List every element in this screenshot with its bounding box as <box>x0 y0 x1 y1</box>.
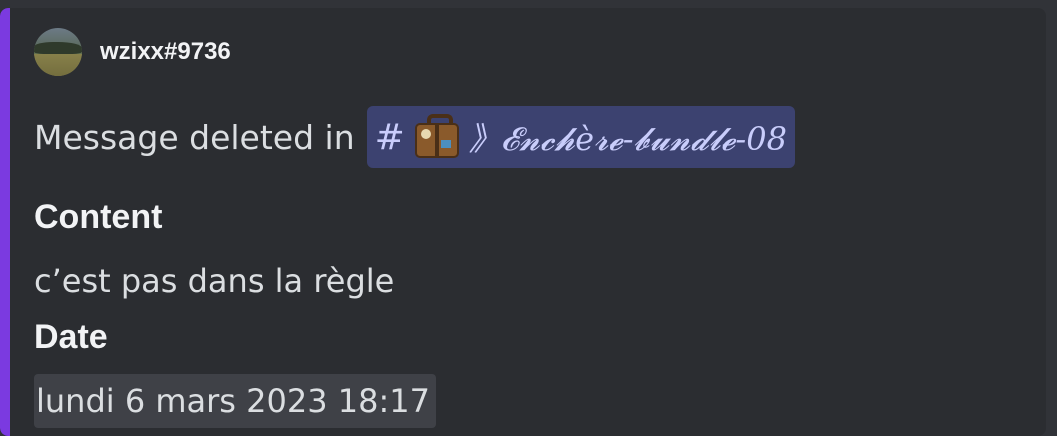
avatar-trees <box>34 42 82 54</box>
description-prefix: Message deleted in <box>34 117 355 157</box>
avatar-field <box>34 54 82 76</box>
field-date-name: Date <box>34 318 108 356</box>
channel-hash-icon: # <box>374 116 405 158</box>
field-content-value: c’est pas dans la règle <box>34 262 395 300</box>
luggage-icon <box>413 114 461 160</box>
embed-description: Message deleted in # 》𝓔𝓷𝓬𝓱è𝓻𝓮-𝓫𝓾𝓷𝓭𝓵𝓮-08 <box>34 106 795 168</box>
field-date-timestamp[interactable]: lundi 6 mars 2023 18:17 <box>34 374 436 428</box>
embed-author: wzixx#9736 <box>34 28 231 76</box>
channel-name: 》𝓔𝓷𝓬𝓱è𝓻𝓮-𝓫𝓾𝓷𝓭𝓵𝓮-08 <box>468 120 787 158</box>
channel-mention[interactable]: # 》𝓔𝓷𝓬𝓱è𝓻𝓮-𝓫𝓾𝓷𝓭𝓵𝓮-08 <box>366 106 795 168</box>
author-avatar[interactable] <box>34 28 82 76</box>
author-name[interactable]: wzixx#9736 <box>100 38 231 66</box>
message-embed: wzixx#9736 Message deleted in # 》𝓔𝓷𝓬𝓱è𝓻𝓮… <box>0 8 1046 436</box>
field-content-name: Content <box>34 198 163 236</box>
embed-accent-bar <box>0 8 10 436</box>
